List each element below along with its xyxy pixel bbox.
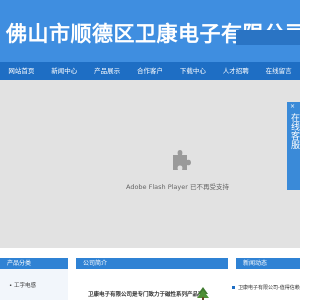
nav-item-home[interactable]: 网站首页: [0, 62, 43, 80]
online-service-tab[interactable]: × 在线客服: [287, 102, 300, 190]
close-icon[interactable]: ×: [290, 103, 295, 111]
main-nav: 网站首页 新闻中心 产品展示 合作客户 下载中心 人才招聘 在线留言: [0, 62, 300, 80]
flash-banner: [0, 80, 300, 248]
nav-item-jobs[interactable]: 人才招聘: [214, 62, 257, 80]
company-intro-heading: 公司简介: [76, 258, 228, 269]
online-service-label: 在线客服: [289, 113, 299, 149]
company-image: [197, 287, 209, 300]
header-search-box[interactable]: [236, 30, 300, 45]
nav-item-message[interactable]: 在线留言: [257, 62, 300, 80]
news-item[interactable]: 卫康电子有限公司-值得信赖: [238, 284, 300, 291]
nav-item-news[interactable]: 新闻中心: [43, 62, 86, 80]
puzzle-piece-icon: [173, 150, 191, 170]
category-item[interactable]: • 工字电感: [9, 281, 36, 289]
site-header: 佛山市顺德区卫康电子有限公司: [0, 0, 307, 62]
news-heading: 新闻动态: [236, 258, 300, 269]
nav-item-clients[interactable]: 合作客户: [129, 62, 172, 80]
nav-item-products[interactable]: 产品展示: [86, 62, 129, 80]
product-category-heading: 产品分类: [0, 258, 68, 269]
news-bullet-icon: [232, 286, 235, 289]
company-intro-text: 卫康电子有限公司是专门致力于磁性系列产品研: [88, 292, 204, 298]
nav-item-downloads[interactable]: 下载中心: [171, 62, 214, 80]
flash-unsupported-message: Adobe Flash Player 已不再受支持: [125, 183, 230, 191]
